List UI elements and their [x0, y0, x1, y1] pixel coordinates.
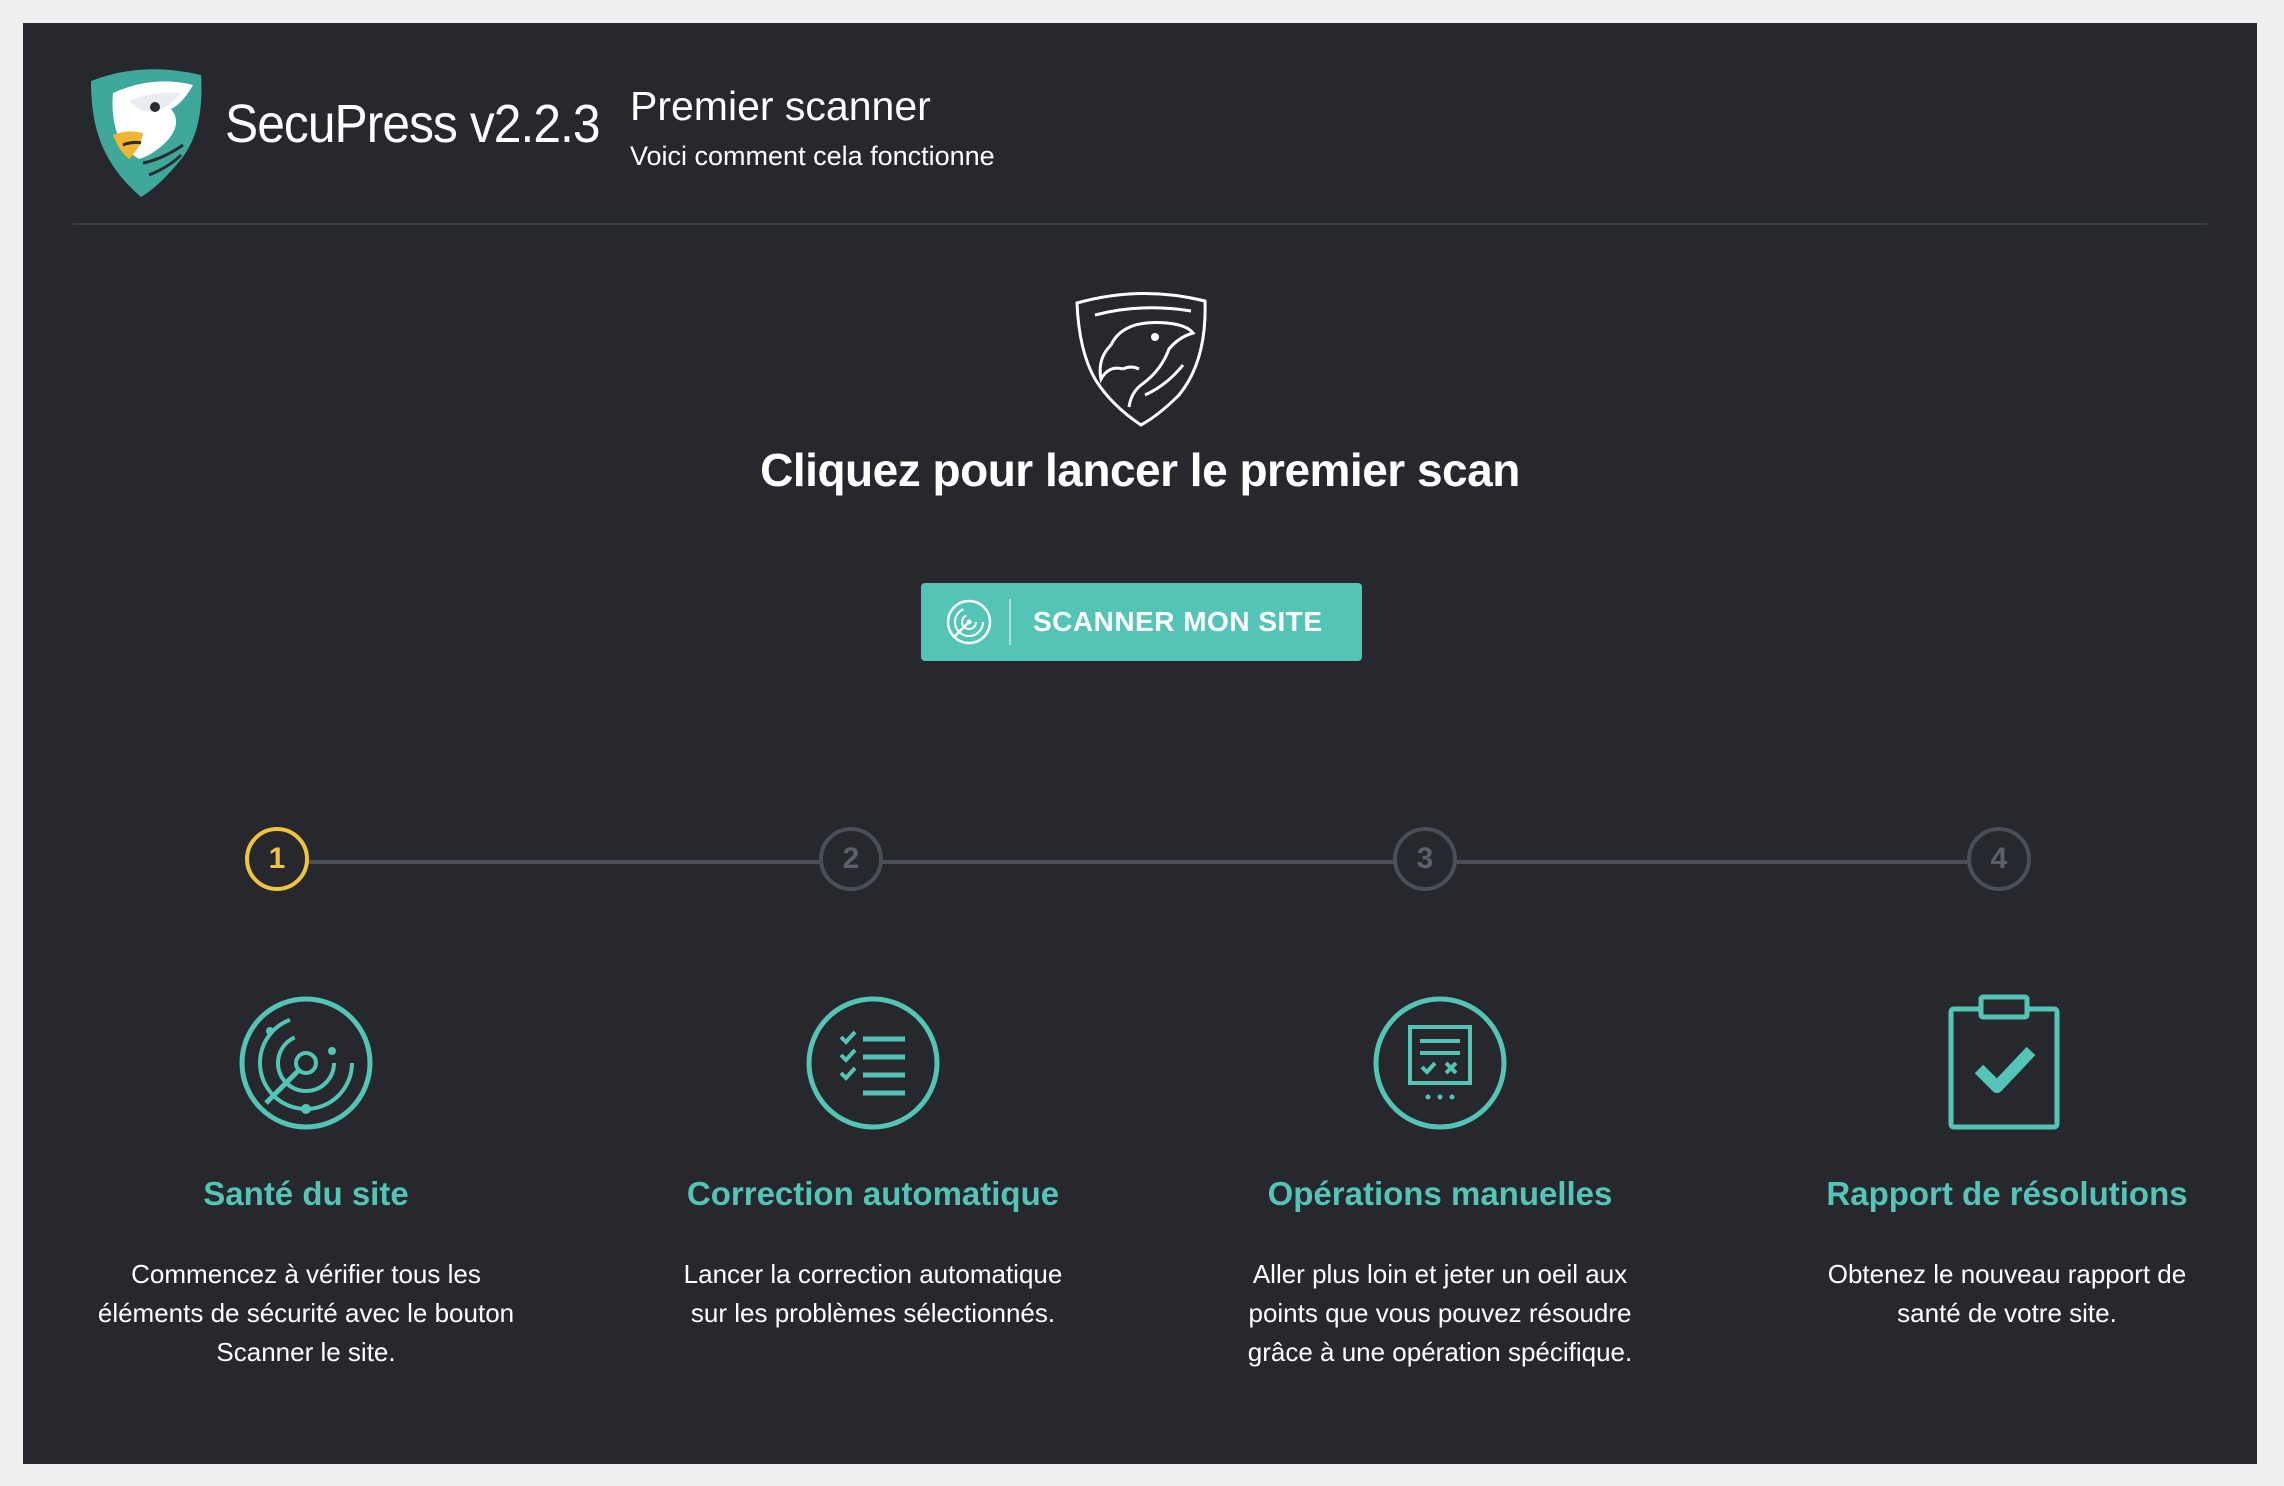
step-card-manual-operations: Opérations manuelles Aller plus loin et …	[1160, 993, 1720, 1372]
step-2-indicator: 2	[819, 827, 883, 891]
clipboard-check-icon	[1948, 994, 2060, 1130]
step-title: Opérations manuelles	[1267, 1175, 1613, 1212]
hero-title: Cliquez pour lancer le premier scan	[760, 444, 1520, 496]
step-description: Commencez à vérifier tous les éléments d…	[97, 1259, 515, 1367]
step-card-auto-fix: Correction automatique Lancer la correct…	[593, 993, 1153, 1333]
header-divider	[73, 223, 2207, 225]
step-description: Aller plus loin et jeter un oeil aux poi…	[1247, 1259, 1633, 1367]
step-connector	[855, 860, 1429, 864]
step-card-site-health: Santé du site Commencez à vérifier tous …	[26, 993, 586, 1372]
radar-icon	[946, 599, 992, 645]
radar-icon	[239, 996, 373, 1130]
step-4-indicator: 4	[1967, 827, 2031, 891]
page-title: Premier scanner	[630, 83, 931, 129]
checklist-icon	[806, 996, 940, 1130]
step-card-resolution-report: Rapport de résolutions Obtenez le nouvea…	[1727, 993, 2284, 1333]
step-connector	[1429, 860, 2003, 864]
manual-task-icon	[1373, 996, 1507, 1130]
onboarding-panel: SecuPress v2.2.3 Premier scanner Voici c…	[23, 23, 2257, 1464]
step-title: Correction automatique	[686, 1175, 1060, 1212]
step-3-indicator: 3	[1393, 827, 1457, 891]
scan-site-button-label: SCANNER MON SITE	[1033, 606, 1323, 637]
page-subtitle: Voici comment cela fonctionne	[630, 141, 995, 171]
step-1-indicator: 1	[245, 827, 309, 891]
step-title: Rapport de résolutions	[1826, 1175, 2188, 1212]
button-separator	[1009, 599, 1011, 645]
step-description: Obtenez le nouveau rapport de santé de v…	[1827, 1259, 2187, 1328]
step-title: Santé du site	[203, 1175, 409, 1212]
step-connector	[281, 860, 855, 864]
brand-title: SecuPress v2.2.3	[225, 94, 601, 154]
scan-site-button[interactable]: SCANNER MON SITE	[921, 583, 1362, 661]
step-description: Lancer la correction automatique sur les…	[683, 1259, 1063, 1328]
secupress-logo-icon	[91, 69, 202, 197]
shield-eagle-icon	[1075, 292, 1207, 427]
